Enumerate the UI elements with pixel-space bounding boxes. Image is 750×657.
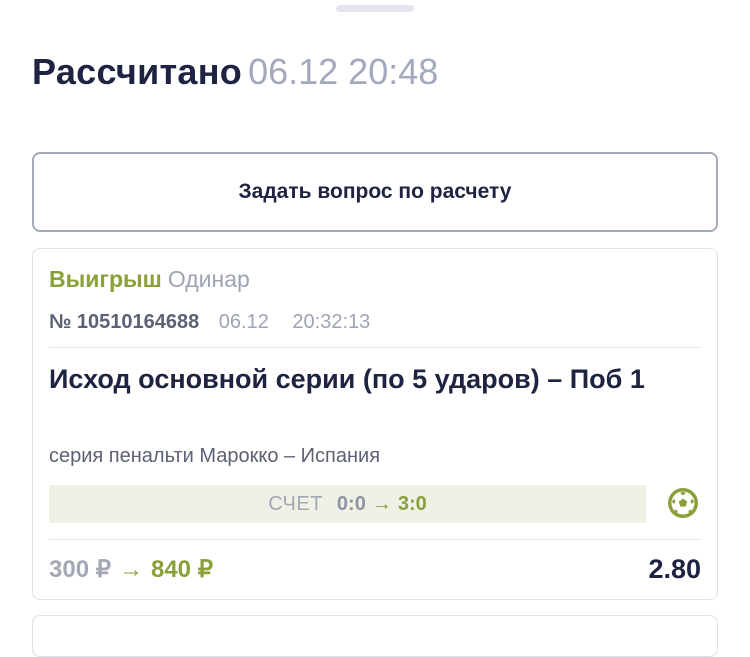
stake-amount: 300 ₽: [49, 556, 111, 583]
event-name: серия пенальти Марокко – Испания: [49, 445, 381, 467]
amounts: 300 ₽ → 840 ₽: [49, 555, 213, 585]
settlement-datetime: 06.12 20:48: [248, 51, 439, 92]
score-arrow-icon: →: [371, 492, 392, 515]
ask-question-button[interactable]: Задать вопрос по расчету: [32, 152, 718, 232]
page-title: Рассчитано 06.12 20:48: [32, 50, 438, 94]
ticket-number: 10510164688: [76, 311, 200, 333]
odds-value: 2.80: [648, 554, 701, 584]
score-box: СЧЕТ 0:0 → 3:0: [49, 485, 646, 523]
score-final: 3:0: [397, 492, 427, 515]
ticket-time: 20:32:13: [292, 311, 371, 333]
score-initial: 0:0: [336, 492, 366, 515]
score-label: СЧЕТ: [268, 492, 323, 515]
football-icon: [668, 488, 698, 518]
bet-card[interactable]: Выигрыш Одинар № 10510164688 06.12 20:32:…: [32, 248, 718, 600]
market-title: Исход основной серии (по 5 ударов) – Поб…: [49, 364, 645, 394]
ticket-date: 06.12: [218, 311, 269, 333]
sheet-grabber-handle[interactable]: [336, 5, 414, 12]
payout-amount: 840 ₽: [150, 556, 213, 583]
bet-header: Выигрыш Одинар: [49, 265, 250, 293]
next-bet-card[interactable]: [32, 615, 718, 657]
bet-details-sheet: Рассчитано 06.12 20:48 Задать вопрос по р…: [0, 0, 750, 657]
amount-arrow-icon: →: [118, 556, 143, 583]
ticket-info: № 10510164688 06.12 20:32:13: [49, 309, 370, 335]
ticket-number-prefix: №: [49, 311, 72, 333]
divider: [49, 539, 701, 540]
bet-type: Одинар: [167, 266, 250, 292]
settlement-status: Рассчитано: [32, 51, 243, 92]
divider: [49, 347, 701, 348]
bet-result: Выигрыш: [49, 266, 162, 292]
